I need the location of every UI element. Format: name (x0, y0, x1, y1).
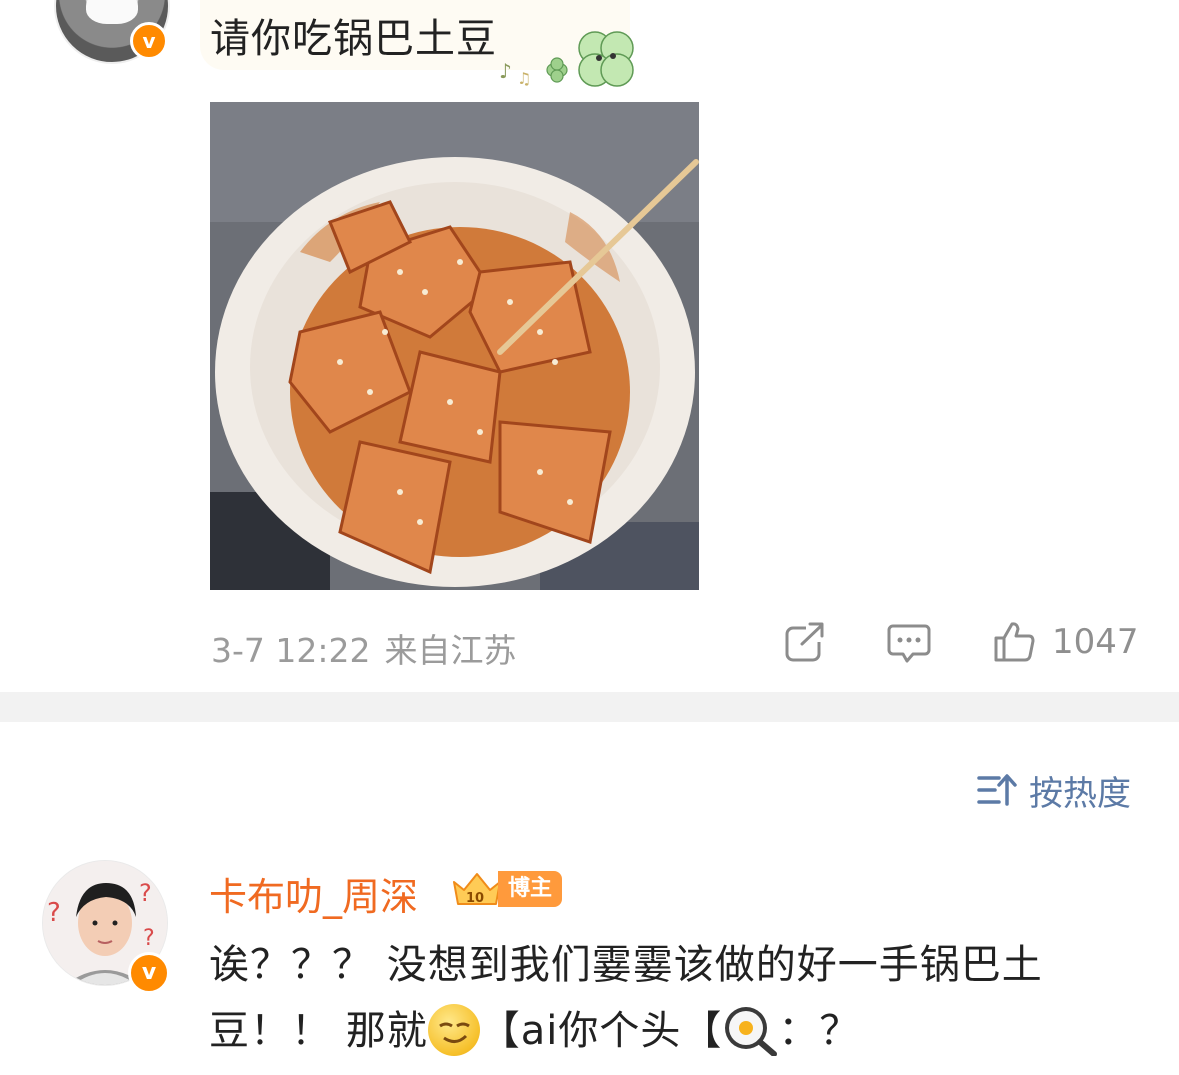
svg-text:?: ? (47, 898, 61, 928)
frying-pan-egg-emoji-icon (725, 1007, 778, 1056)
like-count: 1047 (1052, 622, 1139, 662)
svg-text:?: ? (143, 926, 155, 951)
avatar-face (86, 0, 138, 24)
sort-label: 按热度 (1029, 773, 1131, 814)
food-photo-graphic (210, 102, 699, 590)
sort-icon (977, 774, 1017, 806)
sort-toggle[interactable]: 按热度 (977, 770, 1131, 814)
post-text: 请你吃锅巴土豆 (210, 16, 497, 62)
section-divider (0, 692, 1179, 722)
clover-decoration-icon: ♪ ♫ (499, 31, 634, 88)
post-meta: 3-7 12:22 来自江苏 (211, 624, 517, 672)
fan-level-number: 10 (466, 891, 484, 906)
svg-text:?: ? (139, 879, 152, 907)
post-time: 3-7 12:22 (211, 631, 371, 670)
comment-text-part3: ：？ (778, 1008, 861, 1054)
post-location: 来自江苏 (384, 631, 517, 670)
verified-badge-icon: v (130, 22, 168, 60)
svg-text:♫: ♫ (517, 69, 531, 88)
share-icon[interactable] (784, 620, 826, 664)
comment-icon[interactable] (887, 620, 931, 664)
weibo-comment-page: v 请你吃锅巴土豆 ♪ ♫ 3-7 12:22 来自江苏 1047 按热度 ? … (0, 0, 1179, 1075)
post-image[interactable] (210, 102, 699, 590)
comment-text-part2: 【ai你个头【 (479, 1008, 723, 1054)
like-icon[interactable] (993, 620, 1035, 664)
commenter-name[interactable]: 卡布叻_周深 (209, 866, 418, 921)
blogger-tag: 博主 (498, 871, 563, 907)
blogger-badge: 10 博主 (450, 870, 563, 908)
fan-level-crown-icon: 10 (453, 873, 501, 906)
svg-text:♪: ♪ (499, 59, 512, 83)
comment-text: 诶？？？ 没想到我们霎霎该做的好一手锅巴土豆！！ 那就 【ai你个头【 ：？ (209, 932, 1109, 1064)
commenter-verified-icon: v (128, 952, 170, 994)
smirk-face-emoji-icon (427, 1004, 480, 1056)
